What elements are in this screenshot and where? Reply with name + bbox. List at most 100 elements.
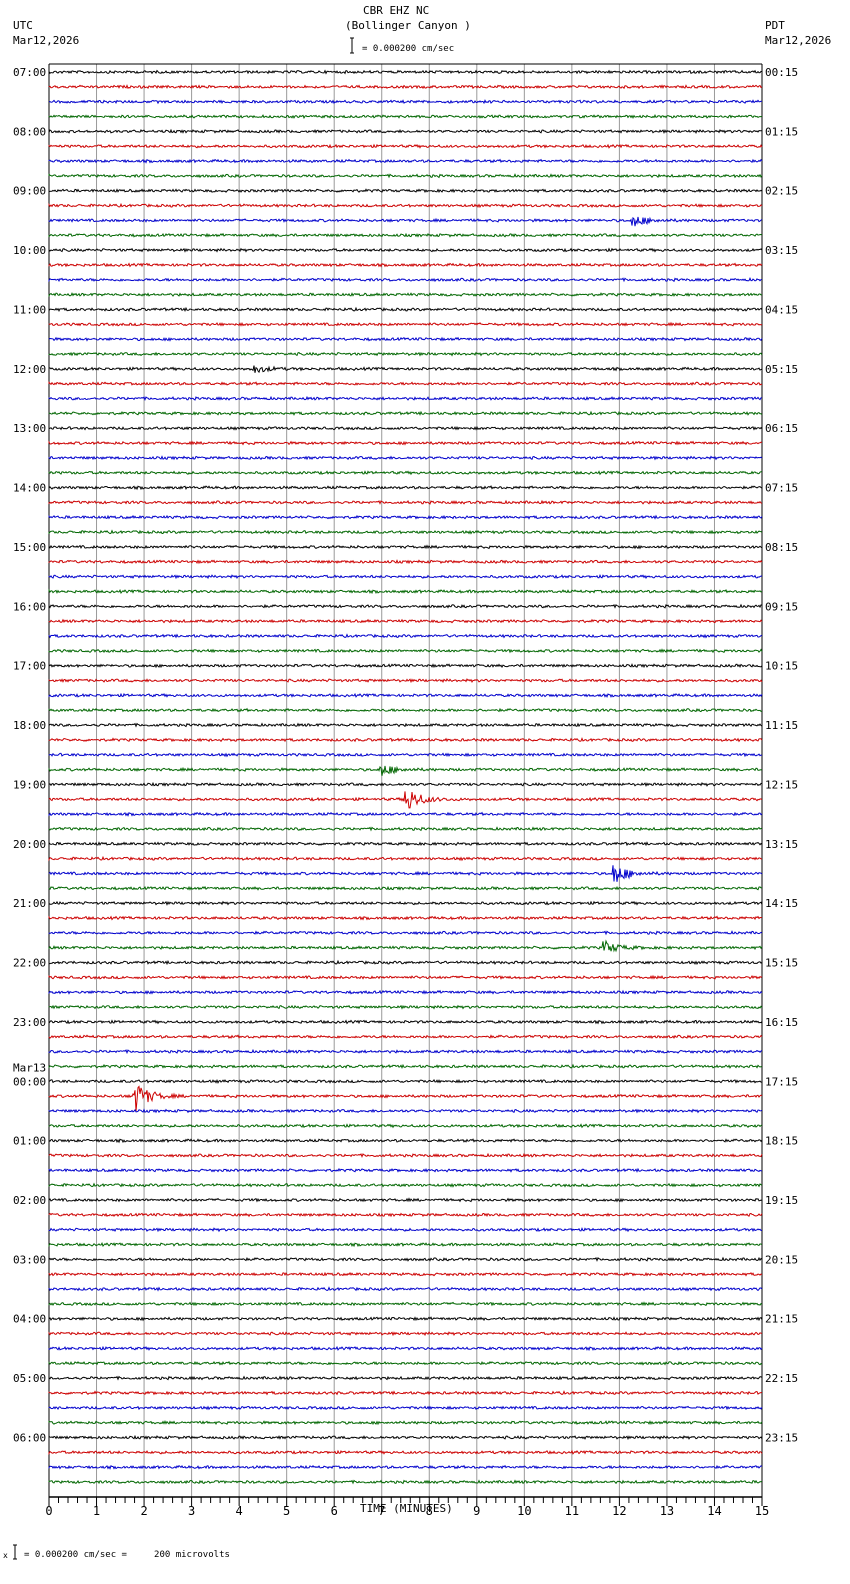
- trace-line: [48, 1019, 763, 1025]
- trace-line: [48, 1078, 763, 1084]
- trace-line: [48, 99, 763, 105]
- trace-line: [48, 514, 763, 520]
- right-time-label: 20:15: [765, 1253, 798, 1266]
- trace-line: [48, 865, 763, 882]
- right-time-label: 19:15: [765, 1194, 798, 1207]
- trace-line: [48, 618, 763, 624]
- trace-line: [48, 841, 763, 847]
- trace-line: [48, 939, 763, 953]
- trace-line: [48, 1004, 763, 1010]
- trace-line: [48, 143, 763, 149]
- right-time-label: 13:15: [765, 838, 798, 851]
- right-time-label: 10:15: [765, 660, 798, 673]
- trace-line: [48, 737, 763, 743]
- trace-line: [48, 202, 763, 209]
- trace-line: [48, 232, 763, 238]
- trace-line: [48, 365, 763, 374]
- right-time-label: 06:15: [765, 422, 798, 435]
- right-time-label: 14:15: [765, 897, 798, 910]
- trace-line: [48, 216, 763, 227]
- trace-line: [48, 1197, 763, 1203]
- left-time-label: 05:00: [13, 1372, 46, 1385]
- right-time-label: 16:15: [765, 1016, 798, 1029]
- trace-line: [48, 900, 763, 906]
- trace-line: [48, 351, 763, 357]
- trace-line: [48, 1420, 763, 1426]
- trace-line: [48, 529, 763, 535]
- trace-line: [48, 262, 763, 268]
- trace-line: [48, 425, 763, 431]
- left-time-label: 12:00: [13, 363, 46, 376]
- trace-line: [48, 1182, 763, 1188]
- left-time-label: 17:00: [13, 660, 46, 673]
- right-time-label: 21:15: [765, 1313, 798, 1326]
- trace-line: [48, 781, 763, 787]
- right-time-label: 00:15: [765, 66, 798, 79]
- trace-line: [48, 1256, 763, 1262]
- trace-line: [48, 470, 762, 476]
- trace-line: [48, 440, 763, 446]
- x-tick-label: 10: [517, 1504, 531, 1518]
- x-tick-label: 8: [426, 1504, 433, 1518]
- right-time-label: 17:15: [765, 1075, 798, 1088]
- trace-line: [48, 395, 763, 401]
- trace-line: [48, 1390, 763, 1396]
- x-tick-label: 5: [283, 1504, 290, 1518]
- left-time-label: 16:00: [13, 600, 46, 613]
- trace-line: [48, 1434, 763, 1441]
- trace-line: [48, 974, 763, 980]
- trace-line: [48, 1405, 763, 1411]
- trace-line: [48, 1449, 763, 1456]
- x-tick-label: 13: [660, 1504, 674, 1518]
- right-time-label: 15:15: [765, 957, 798, 970]
- trace-line: [48, 930, 763, 936]
- trace-line: [48, 588, 763, 595]
- trace-line: [48, 1085, 763, 1112]
- x-tick-label: 11: [565, 1504, 579, 1518]
- right-time-label: 23:15: [765, 1431, 798, 1444]
- left-time-label: 15:00: [13, 541, 46, 554]
- x-tick-label: 9: [473, 1504, 480, 1518]
- trace-line: [48, 1048, 763, 1055]
- seismogram-plot: 0 1 2 3 4 5 6 7 8 9 10 11 12 13 14 15 07:0008:0009:0010…: [13, 37, 798, 1560]
- left-time-label: 11:00: [13, 303, 46, 316]
- left-time-label: 00:00: [13, 1075, 46, 1088]
- trace-line: [48, 114, 763, 120]
- x-tick-label: 3: [188, 1504, 195, 1518]
- trace-line: [48, 959, 763, 966]
- right-time-label: 08:15: [765, 541, 798, 554]
- trace-line: [48, 158, 763, 164]
- right-time-label: 18:15: [765, 1135, 798, 1148]
- trace-line: [48, 188, 763, 194]
- right-time-label: 01:15: [765, 125, 798, 138]
- trace-line: [48, 791, 763, 809]
- right-time-label: 12:15: [765, 778, 798, 791]
- left-time-label: 23:00: [13, 1016, 46, 1029]
- left-time-label: 19:00: [13, 778, 46, 791]
- x-tick-label: 7: [378, 1504, 385, 1518]
- trace-line: [48, 765, 763, 776]
- trace-line: [48, 1227, 763, 1233]
- trace-line: [48, 692, 763, 699]
- trace-line: [48, 69, 763, 75]
- trace-line: [48, 1108, 763, 1114]
- trace-line: [48, 173, 763, 179]
- trace-line: [48, 277, 762, 283]
- trace-line: [48, 336, 763, 342]
- trace-line: [48, 648, 763, 654]
- trace-line: [48, 1241, 763, 1248]
- trace-line: [48, 410, 763, 416]
- trace-line: [48, 247, 763, 253]
- left-time-label: 07:00: [13, 66, 46, 79]
- trace-line: [48, 885, 762, 891]
- date-change-label: Mar13: [13, 1061, 46, 1074]
- trace-line: [48, 1152, 763, 1158]
- trace-line: [48, 1138, 763, 1144]
- right-time-label: 05:15: [765, 363, 798, 376]
- x-tick-label: 15: [755, 1504, 769, 1518]
- left-time-label: 03:00: [13, 1253, 46, 1266]
- trace-line: [48, 381, 763, 387]
- right-time-label: 11:15: [765, 719, 798, 732]
- trace-line: [48, 1034, 763, 1039]
- trace-line: [48, 559, 763, 565]
